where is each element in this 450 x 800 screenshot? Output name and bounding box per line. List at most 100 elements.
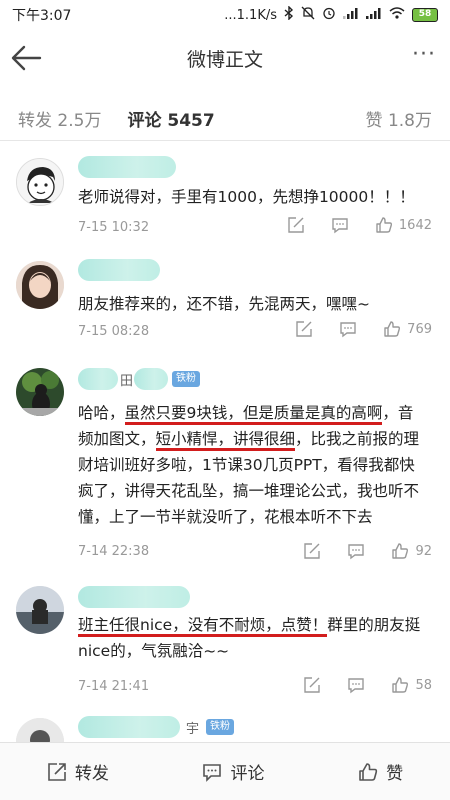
comment-item: 老师说得对，手里有1000，先想挣10000！！！ 7-15 10:32 164… [0, 150, 450, 245]
thumbs-up-icon [359, 762, 378, 781]
repost-comment-button[interactable] [287, 216, 305, 234]
username-redacted[interactable] [78, 156, 176, 178]
comment-time: 7-14 22:38 [78, 544, 150, 559]
avatar-photo-image [16, 368, 64, 416]
back-arrow-icon [11, 45, 42, 71]
comment-actions: 58 [277, 676, 432, 694]
username-redacted[interactable] [78, 259, 160, 281]
signal-icon-2 [366, 7, 382, 23]
comment-label: 评论 [230, 764, 265, 784]
comment-text: 哈哈，虽然只要9块钱，但是质量是真的高啊，音频加图文，短小精悍，讲得很细，比我之… [78, 400, 428, 530]
tab-repost[interactable]: 转发 2.5万 [18, 106, 101, 131]
like-label: 赞 [386, 764, 404, 784]
highlighted-text: 班主任很nice，没有不耐烦，点赞！ [78, 616, 328, 637]
comment-text: 老师说得对，手里有1000，先想挣10000！！！ [78, 188, 415, 206]
comment-actions: 92 [277, 542, 432, 560]
tab-comments[interactable]: 评论 5457 [127, 106, 214, 131]
thumbs-up-icon [384, 321, 401, 337]
avatar-photo-image [16, 718, 64, 742]
reply-icon [348, 544, 365, 560]
like-button[interactable]: 1642 [375, 216, 432, 234]
tab-likes[interactable]: 赞 1.8万 [366, 106, 432, 131]
thumbs-up-icon [392, 543, 409, 559]
avatar-cartoon-image [17, 159, 63, 205]
status-time: 下午3:07 [12, 8, 72, 24]
alarm-icon [322, 6, 336, 24]
avatar[interactable] [16, 261, 64, 309]
back-button[interactable] [10, 42, 44, 74]
comment-item: 班主任很nice，没有不耐烦，点赞！群里的朋友挺nice的，气氛融洽~~ 7-1… [0, 580, 450, 700]
edit-share-icon [288, 217, 304, 233]
fan-badge: 铁粉 [172, 371, 200, 387]
highlighted-text: 虽然只要9块钱，但是质量是真的高啊 [124, 404, 383, 425]
repost-comment-button[interactable] [295, 320, 313, 338]
bluetooth-icon [284, 5, 294, 24]
repost-button[interactable]: 转发 [47, 759, 109, 784]
like-button-main[interactable]: 赞 [358, 759, 403, 784]
fan-badge: 铁粉 [206, 719, 234, 735]
comment-item: 宇 铁粉 [0, 710, 450, 742]
avatar[interactable] [16, 158, 64, 206]
username-fragment: 宇 [186, 722, 200, 737]
reply-icon [348, 678, 365, 694]
comment-text: 朋友推荐来的，还不错，先混两天，嘿嘿~ [78, 295, 370, 313]
comment-time: 7-15 10:32 [78, 220, 150, 235]
signal-icon [343, 7, 359, 23]
status-bar: 下午3:07 ...1.1K/s 58 [0, 0, 450, 30]
like-count: 769 [407, 321, 432, 337]
repost-label: 转发 [74, 764, 109, 784]
username-redacted[interactable] [134, 368, 168, 390]
avatar-photo-image [16, 586, 64, 634]
comment-button[interactable]: 评论 [202, 759, 264, 784]
status-icons: ...1.1K/s 58 [224, 5, 438, 24]
username-redacted[interactable] [78, 368, 118, 390]
reply-button[interactable] [347, 676, 365, 694]
comment-time: 7-15 08:28 [78, 324, 150, 339]
reply-icon [332, 218, 348, 234]
repost-comment-button[interactable] [303, 542, 321, 560]
tab-bar: 转发 2.5万 评论 5457 赞 1.8万 [0, 98, 450, 138]
reply-button[interactable] [339, 320, 357, 338]
username-redacted[interactable] [78, 586, 190, 608]
username-redacted[interactable] [78, 716, 180, 738]
reply-button[interactable] [347, 542, 365, 560]
avatar-photo-image [16, 261, 64, 309]
bottom-action-bar: 转发 评论 赞 [0, 742, 450, 800]
comment-text: 班主任很nice，没有不耐烦，点赞！群里的朋友挺nice的，气氛融洽~~ [78, 612, 428, 664]
comment-actions: 769 [269, 320, 432, 338]
comment-icon [203, 763, 222, 782]
comment-text-part: 哈哈， [78, 404, 125, 422]
like-count: 58 [415, 677, 432, 693]
more-options-button[interactable]: ··· [412, 44, 436, 66]
page-title: 微博正文 [186, 48, 263, 71]
comment-actions: 1642 [261, 216, 432, 234]
like-button[interactable]: 769 [383, 320, 432, 338]
divider [0, 140, 450, 141]
comment-time: 7-14 21:41 [78, 679, 150, 694]
thumbs-up-icon [392, 677, 409, 693]
comment-item: 朋友推荐来的，还不错，先混两天，嘿嘿~ 7-15 08:28 769 [0, 253, 450, 353]
edit-share-icon [304, 677, 321, 693]
edit-share-icon [296, 321, 312, 337]
thumbs-up-icon [376, 217, 392, 233]
like-button[interactable]: 92 [391, 542, 432, 560]
wifi-icon [389, 7, 405, 23]
reply-icon [340, 322, 356, 338]
reply-button[interactable] [331, 216, 349, 234]
highlighted-text: 短小精悍，讲得很细 [155, 430, 296, 451]
username-fragment: 田 [120, 374, 134, 389]
repost-comment-button[interactable] [303, 676, 321, 694]
repost-icon [48, 762, 66, 781]
network-speed: ...1.1K/s [224, 7, 277, 23]
avatar[interactable] [16, 586, 64, 634]
like-count: 92 [415, 543, 432, 559]
mute-icon [301, 6, 315, 24]
nav-bar: 微博正文 ··· [0, 30, 450, 86]
comment-item: 田 铁粉 哈哈，虽然只要9块钱，但是质量是真的高啊，音频加图文，短小精悍，讲得很… [0, 362, 450, 572]
edit-share-icon [304, 543, 321, 559]
avatar[interactable] [16, 368, 64, 416]
avatar[interactable] [16, 718, 64, 742]
like-count: 1642 [398, 217, 432, 233]
like-button[interactable]: 58 [391, 676, 432, 694]
battery-indicator: 58 [412, 8, 438, 22]
